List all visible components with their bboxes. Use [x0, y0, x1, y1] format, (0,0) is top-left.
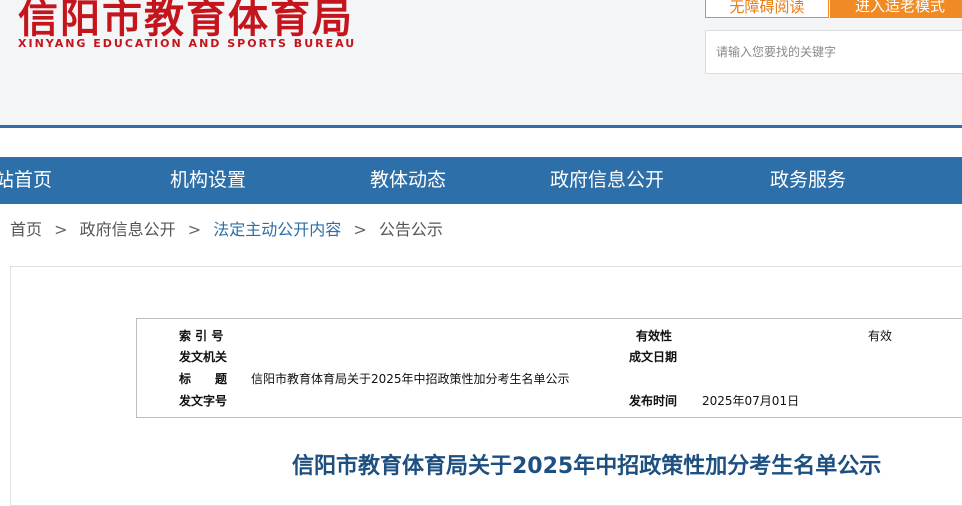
document-number-label: 发文字号 [179, 394, 228, 408]
breadcrumb-home[interactable]: 首页 [10, 220, 42, 239]
nav-item-home[interactable]: 站首页 [0, 157, 52, 204]
validity-value: 有效 [868, 329, 893, 343]
search-input[interactable] [706, 31, 956, 73]
breadcrumb-separator: > [54, 220, 68, 239]
search-box [705, 30, 962, 74]
title-label: 标 题 [179, 372, 228, 386]
article-title: 信阳市教育体育局关于2025年中招政策性加分考生名单公示 [292, 454, 882, 479]
breadcrumb-separator: > [187, 220, 202, 239]
nav-item-organization[interactable]: 机构设置 [170, 157, 246, 204]
document-meta-table: 索 引 号 有效性 有效 发文机关 成文日期 标 题 信阳市教育体育局关于202… [136, 318, 962, 418]
publish-time-value: 2025年07月01日 [702, 394, 800, 408]
breadcrumb-announcements[interactable]: 公告公示 [379, 220, 443, 239]
publish-time-label: 发布时间 [629, 394, 678, 408]
breadcrumb: 首页 > 政府信息公开 > 法定主动公开内容 > 公告公示 [10, 218, 443, 242]
title-value: 信阳市教育体育局关于2025年中招政策性加分考生名单公示 [251, 372, 570, 386]
nav-item-info-disclosure[interactable]: 政府信息公开 [550, 157, 664, 204]
breadcrumb-separator: > [353, 220, 367, 239]
elder-mode-button[interactable]: 进入适老模式 [830, 0, 962, 18]
site-logo-subtitle: XINYANG EDUCATION AND SPORTS BUREAU [18, 37, 357, 50]
site-header: 信阳市教育体育局 XINYANG EDUCATION AND SPORTS BU… [0, 0, 962, 128]
accessible-reading-button[interactable]: 无障碍阅读 [705, 0, 829, 18]
validity-label: 有效性 [636, 329, 673, 343]
index-label: 索 引 号 [179, 329, 224, 343]
nav-item-services[interactable]: 政务服务 [770, 157, 846, 204]
issuer-label: 发文机关 [179, 350, 228, 364]
main-nav: 站首页 机构设置 教体动态 政府信息公开 政务服务 [0, 157, 962, 204]
breadcrumb-info-disclosure[interactable]: 政府信息公开 [80, 220, 176, 239]
nav-item-news[interactable]: 教体动态 [370, 157, 446, 204]
breadcrumb-statutory-content[interactable]: 法定主动公开内容 [213, 220, 341, 239]
written-date-label: 成文日期 [629, 350, 678, 364]
